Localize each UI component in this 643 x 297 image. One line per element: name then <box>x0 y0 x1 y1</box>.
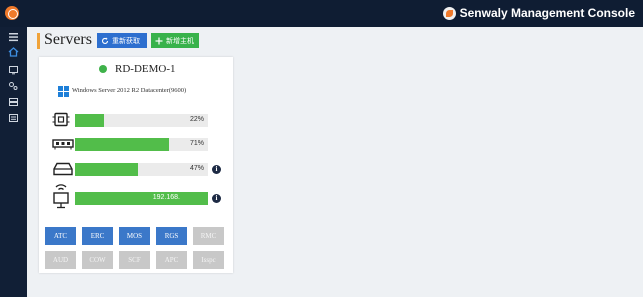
os-version: Windows Server 2012 R2 Datacenter(9600) <box>72 87 187 94</box>
top-bar: Senwaly Management Console <box>0 0 643 27</box>
page-title: Servers <box>44 31 92 48</box>
storage-icon[interactable] <box>8 97 19 107</box>
network-info-icon[interactable]: i <box>212 194 221 203</box>
app-logo-icon[interactable] <box>5 6 19 20</box>
action-apc-button[interactable]: APC <box>156 251 187 269</box>
memory-usage-fill <box>75 138 170 151</box>
add-server-label: 新增主机 <box>166 37 194 45</box>
disk-usage-label: 47% <box>189 165 204 172</box>
action-atc-button[interactable]: ATC <box>45 227 76 245</box>
menu-icon[interactable] <box>8 32 19 42</box>
action-rgs-button[interactable]: RGS <box>156 227 187 245</box>
disk-info-icon[interactable]: i <box>212 165 221 174</box>
memory-usage-label: 71% <box>189 140 204 147</box>
action-erc-button[interactable]: ERC <box>82 227 113 245</box>
brand: Senwaly Management Console <box>442 6 635 20</box>
action-scf-button[interactable]: SCF <box>119 251 150 269</box>
server-name: RD-DEMO-1 <box>115 63 176 75</box>
action-isspc-button[interactable]: Isspc <box>193 251 224 269</box>
plus-icon <box>155 37 163 44</box>
monitor-icon[interactable] <box>8 65 19 75</box>
app-title: Senwaly Management Console <box>459 6 635 20</box>
cpu-usage-bar: 22% <box>75 114 208 127</box>
add-server-button[interactable]: 新增主机 <box>151 33 199 48</box>
cpu-icon <box>52 112 70 127</box>
home-icon[interactable] <box>8 47 19 57</box>
ip-address-label: 192.168. <box>152 194 180 201</box>
network-bar: 192.168. <box>75 192 208 205</box>
sidebar <box>0 27 27 297</box>
cpu-usage-label: 22% <box>189 116 204 123</box>
network-icon <box>53 184 69 209</box>
disk-usage-fill <box>75 163 138 176</box>
settings-icon[interactable] <box>8 81 19 91</box>
network-fill <box>75 192 208 205</box>
memory-usage-bar: 71% <box>75 138 208 151</box>
disk-icon <box>53 162 73 176</box>
list-icon[interactable] <box>8 113 19 123</box>
refresh-label: 重新获取 <box>112 37 140 45</box>
memory-icon <box>52 139 74 150</box>
cpu-usage-fill <box>75 114 105 127</box>
refresh-button[interactable]: 重新获取 <box>97 33 147 48</box>
status-indicator <box>99 65 107 73</box>
disk-usage-bar: 47% <box>75 163 208 176</box>
action-mos-button[interactable]: MOS <box>119 227 150 245</box>
refresh-icon <box>101 37 109 44</box>
windows-icon <box>58 86 69 97</box>
action-rmc-button[interactable]: RMC <box>193 227 224 245</box>
brand-logo-icon <box>442 6 456 20</box>
action-cow-button[interactable]: COW <box>82 251 113 269</box>
action-aud-button[interactable]: AUD <box>45 251 76 269</box>
header-accent <box>37 33 40 49</box>
